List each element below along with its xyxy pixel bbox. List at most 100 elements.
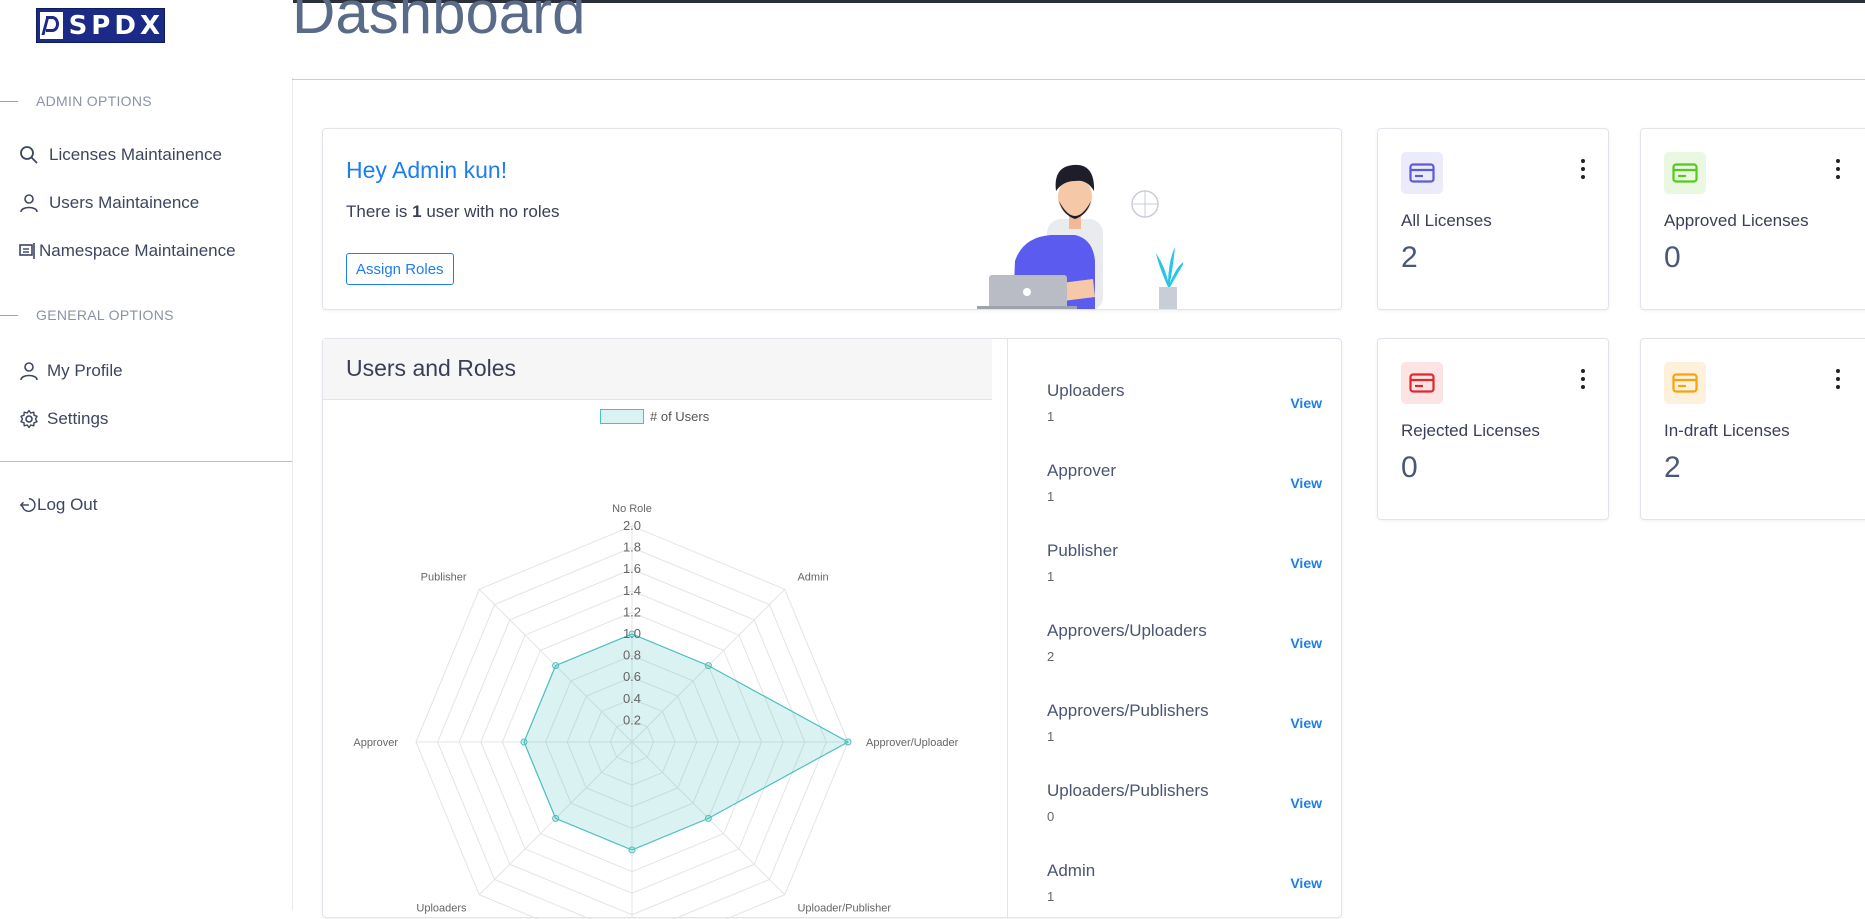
stat-icon-wrapper — [1401, 362, 1443, 404]
role-row-approvers-publishers: Approvers/Publishers 1 View — [1047, 701, 1322, 744]
radar-tick-label: 0.8 — [623, 648, 641, 663]
radar-series-area — [523, 633, 850, 851]
radar-axis-label: Uploader/Publisher — [797, 902, 891, 914]
sidebar-item-label: Licenses Maintainence — [49, 145, 222, 164]
more-vertical-icon[interactable] — [1580, 369, 1586, 389]
role-name: Admin — [1047, 861, 1096, 880]
logout-icon — [19, 497, 36, 513]
view-link[interactable]: View — [1290, 715, 1322, 731]
sidebar-item-licenses-maintainence[interactable]: Licenses Maintainence — [19, 145, 222, 165]
radar-tick-label: 1.2 — [623, 604, 641, 619]
welcome-card: Hey Admin kun! There is 1 user with no r… — [322, 128, 1342, 310]
admin-options-label: ADMIN OPTIONS — [36, 93, 152, 109]
radar-tick-label: 1.4 — [623, 583, 641, 598]
page-title: Dashboard — [292, 0, 586, 46]
more-vertical-icon[interactable] — [1580, 159, 1586, 179]
more-vertical-icon[interactable] — [1835, 159, 1841, 179]
role-name: Uploaders/Publishers — [1047, 781, 1209, 800]
role-count: 1 — [1047, 729, 1055, 744]
search-icon — [20, 146, 38, 164]
role-count: 1 — [1047, 569, 1055, 584]
stat-label: In-draft Licenses — [1664, 421, 1790, 440]
radar-data-point — [628, 846, 636, 854]
sidebar-border — [292, 78, 293, 910]
stat-card-approved-licenses[interactable]: Approved Licenses 0 — [1640, 128, 1865, 310]
role-count: 1 — [1047, 889, 1055, 904]
stat-icon-wrapper — [1664, 152, 1706, 194]
spdx-logo-mark-icon — [40, 12, 63, 39]
stat-value: 0 — [1664, 241, 1681, 274]
sidebar-item-label: Settings — [47, 409, 109, 428]
sidebar-divider — [0, 461, 293, 462]
users-roles-radar-chart: 0.2 0.4 0.6 0.8 1.0 1.2 1.4 1.6 1.8 2.0 No Role Adm… — [353, 503, 959, 919]
radar-data-point — [552, 814, 560, 822]
stat-label: Rejected Licenses — [1401, 421, 1540, 440]
radar-axis-label: Admin — [797, 572, 828, 584]
section-dash — [0, 315, 18, 316]
radar-tick-label: 1.6 — [623, 561, 641, 576]
role-count: 0 — [1047, 809, 1055, 824]
role-row-approver: Approver 1 View — [1047, 461, 1322, 504]
radar-data-point — [704, 814, 712, 822]
sidebar-item-settings[interactable]: Settings — [19, 409, 108, 429]
sidebar-item-my-profile[interactable]: My Profile — [19, 361, 123, 381]
radar-tick-label: 2.0 — [623, 518, 641, 533]
radar-data-point — [520, 738, 528, 746]
view-link[interactable]: View — [1290, 475, 1322, 491]
welcome-message: There is 1 user with no roles — [346, 202, 560, 222]
role-name: Approver — [1047, 461, 1116, 480]
view-link[interactable]: View — [1290, 635, 1322, 651]
role-count: 1 — [1047, 409, 1055, 424]
radar-tick-label: 0.4 — [623, 691, 641, 706]
sidebar-item-label: My Profile — [47, 361, 123, 380]
credit-card-icon — [1409, 163, 1435, 183]
logo-text: SPDX — [68, 10, 164, 41]
welcome-text-before: There is — [346, 202, 413, 221]
welcome-title: Hey Admin kun! — [346, 157, 508, 183]
stat-label: Approved Licenses — [1664, 211, 1809, 230]
sidebar-item-users-maintainence[interactable]: Users Maintainence — [19, 193, 199, 213]
stat-value: 2 — [1401, 241, 1418, 274]
stat-label: All Licenses — [1401, 211, 1492, 230]
stat-card-rejected-licenses[interactable]: Rejected Licenses 0 — [1377, 338, 1609, 520]
user-icon — [20, 194, 38, 213]
roles-card-divider — [1007, 339, 1008, 919]
radar-data-point — [704, 662, 712, 670]
radar-axis-label: No Role — [612, 503, 652, 515]
role-row-admin: Admin 1 View — [1047, 861, 1322, 904]
radar-axis-label: Approver — [353, 737, 398, 749]
credit-card-icon — [1672, 163, 1698, 183]
sidebar-item-namespace-maintainence[interactable]: Namespace Maintainence — [19, 241, 236, 261]
credit-card-icon — [1672, 373, 1698, 393]
role-count: 1 — [1047, 489, 1055, 504]
stat-icon-wrapper — [1401, 152, 1443, 194]
no-role-user-count: 1 — [412, 202, 422, 221]
radar-tick-label: 1.0 — [623, 626, 641, 641]
namespace-icon — [19, 243, 35, 259]
radar-axis-label: Uploaders — [416, 902, 467, 914]
view-link[interactable]: View — [1290, 795, 1322, 811]
stat-icon-wrapper — [1664, 362, 1706, 404]
spdx-logo[interactable]: SPDX — [36, 8, 165, 43]
radar-tick-label: 0.6 — [623, 669, 641, 684]
view-link[interactable]: View — [1290, 875, 1322, 891]
general-options-label: GENERAL OPTIONS — [36, 307, 174, 323]
radar-axis-label: Approver/Uploader — [866, 737, 959, 749]
role-row-approvers-uploaders: Approvers/Uploaders 2 View — [1047, 621, 1322, 664]
credit-card-icon — [1409, 373, 1435, 393]
role-name: Approvers/Uploaders — [1047, 621, 1207, 640]
stat-card-all-licenses[interactable]: All Licenses 2 — [1377, 128, 1609, 310]
logout-label: Log Out — [37, 495, 98, 514]
more-vertical-icon[interactable] — [1835, 369, 1841, 389]
radar-data-point — [552, 662, 560, 670]
assign-roles-button[interactable]: Assign Roles — [346, 253, 454, 285]
radar-tick-label: 0.2 — [623, 712, 641, 727]
view-link[interactable]: View — [1290, 395, 1322, 411]
role-name: Approvers/Publishers — [1047, 701, 1209, 720]
view-link[interactable]: View — [1290, 555, 1322, 571]
sidebar: SPDX ADMIN OPTIONS Licenses Maintainence… — [0, 0, 293, 910]
role-count: 2 — [1047, 649, 1055, 664]
stat-card-in-draft-licenses[interactable]: In-draft Licenses 2 — [1640, 338, 1865, 520]
logout-button[interactable]: Log Out — [19, 495, 98, 515]
sidebar-item-label: Users Maintainence — [49, 193, 200, 212]
